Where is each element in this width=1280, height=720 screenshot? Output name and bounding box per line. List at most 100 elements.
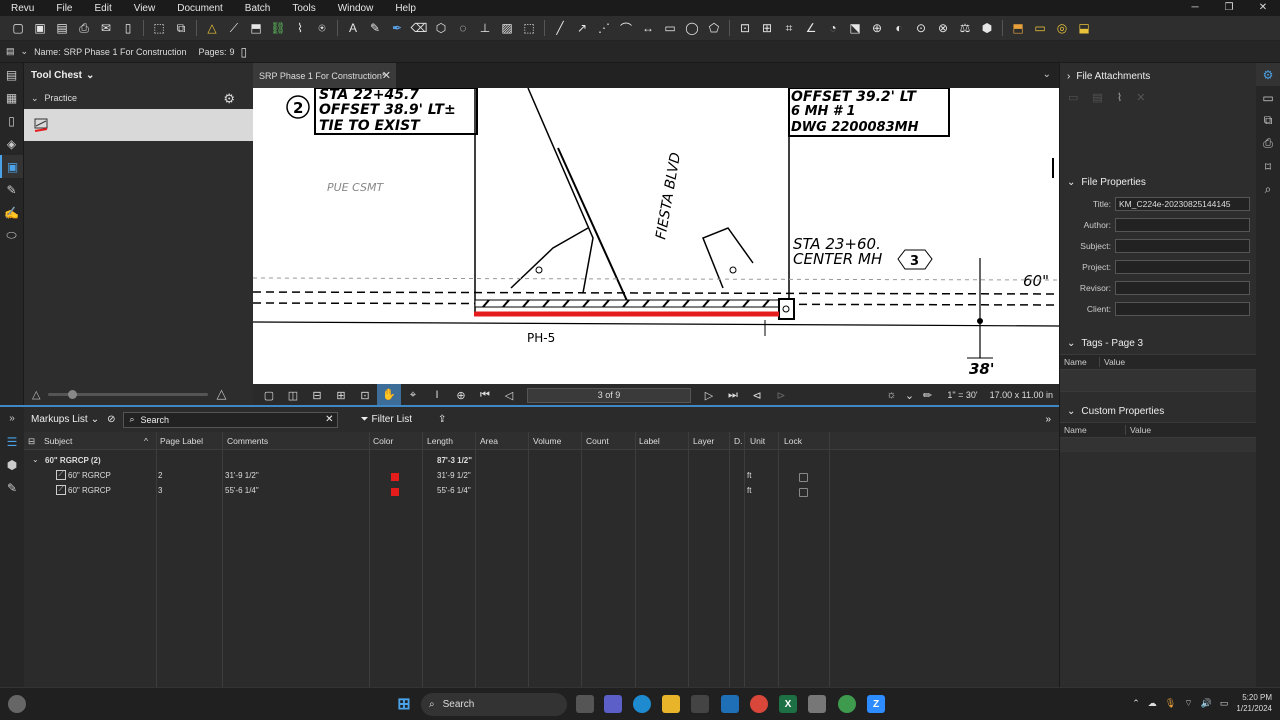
visibility-icon[interactable]: ⊘ [107,414,115,425]
thumbnails-icon[interactable]: ▤ [0,63,23,86]
crop-icon[interactable]: ⬚ [519,18,539,38]
excel-icon[interactable]: X [779,695,797,713]
menu-edit[interactable]: Edit [83,3,122,14]
chevron-up-icon[interactable]: ⌃ [1132,698,1140,709]
text-select-icon[interactable]: I [425,389,449,401]
save-icon[interactable]: ▤ [1092,91,1102,104]
tool-chest-header[interactable]: Tool Chest ⌄ [24,63,253,87]
forward-icon[interactable]: ⊳ [769,389,793,402]
chevron-down-icon[interactable]: ⌄ [91,414,99,425]
teams-icon[interactable] [604,695,622,713]
compare-icon[interactable]: ⧉ [171,18,191,38]
split-vertical-icon[interactable]: ◫ [281,389,305,402]
snapshot-icon[interactable]: ⬒ [246,18,266,38]
panel-icon[interactable]: ▯ [118,18,138,38]
sort-icon[interactable]: ^ [140,432,156,450]
link-icon[interactable]: ⛓ [268,18,288,38]
measure-perimeter-icon[interactable]: ⌗ [779,18,799,38]
close-icon[interactable]: ✕ [382,69,391,82]
dynamic-fill-icon[interactable]: ◐ [889,18,909,38]
taskbar-search[interactable]: ⌕ Search [421,693,567,716]
column-label[interactable]: Label [635,432,688,450]
chevron-down-icon[interactable]: ⌄ [31,93,39,104]
filter-icon[interactable]: ⏷ [360,414,368,425]
measure-icon[interactable]: ⟋ [224,18,244,38]
toolchest-icon[interactable]: ▣ [0,155,23,178]
measure-area-icon[interactable]: ⊞ [757,18,777,38]
note-icon[interactable]: ▭ [1030,18,1050,38]
markups-list-title[interactable]: Markups List [31,414,88,425]
column-length[interactable]: Length [423,432,475,450]
chrome-profile-icon[interactable] [838,695,856,713]
zoom-icon[interactable]: ⊕ [449,389,473,402]
restore-icon[interactable]: ❐ [1212,0,1246,16]
last-page-icon[interactable]: ⏭ [721,389,745,402]
attach-icon[interactable]: ⌇ [1117,91,1122,104]
forms-icon[interactable]: ✎ [0,476,24,499]
column-area[interactable]: Area [476,432,529,450]
project-field[interactable] [1115,259,1250,274]
edge-icon[interactable] [633,695,651,713]
markups-list-icon[interactable]: ☰ [0,430,24,453]
layers-icon[interactable]: ◈ [0,132,23,155]
file-explorer-icon[interactable] [662,695,680,713]
shape-icon[interactable]: ⬡ [431,18,451,38]
column-page-label[interactable]: Page Label [156,432,222,450]
expand-group-icon[interactable]: ⌄ [32,455,39,464]
pages-icon[interactable]: ⧉ [1256,109,1280,132]
store-icon[interactable] [691,695,709,713]
brightness-icon[interactable]: ☼ [879,389,903,401]
revisor-field[interactable] [1115,280,1250,295]
minimize-icon[interactable]: ─ [1178,0,1212,16]
print-icon[interactable]: ⎙ [1256,132,1280,155]
ellipse-icon[interactable]: ◯ [682,18,702,38]
pan-tool-icon[interactable]: ✋ [377,384,401,406]
prev-page-icon[interactable]: ◁ [497,389,521,402]
lasso-icon[interactable]: ◎ [1052,18,1072,38]
chrome-icon[interactable] [750,695,768,713]
measure-radius-icon[interactable]: ◔ [823,18,843,38]
weather-icon[interactable] [8,695,26,713]
bookmarks-icon[interactable]: ▯ [0,109,23,132]
custom-properties-header[interactable]: ⌄ Custom Properties [1060,400,1256,422]
column-subject[interactable]: Subject [40,432,156,450]
column-layer[interactable]: Layer [689,432,730,450]
name-column[interactable]: Name [1060,425,1126,435]
calibrate-icon[interactable]: ⊙ [911,18,931,38]
properties-icon[interactable]: ✎ [0,178,23,201]
select-icon[interactable]: ⬚ [149,18,169,38]
volume-icon[interactable]: 🔊 [1201,698,1212,709]
tool-item[interactable] [24,109,253,141]
capture-icon[interactable]: ⊡ [353,389,377,402]
chevron-right-icon[interactable]: › [1067,71,1070,82]
expand-right-icon[interactable]: » [1045,414,1051,425]
menu-batch[interactable]: Batch [234,3,282,14]
scale-icon[interactable]: ▭ [1256,86,1280,109]
start-icon[interactable]: ⊞ [395,695,413,713]
rectangle-icon[interactable]: ▭ [660,18,680,38]
toolset-practice[interactable]: ⌄ Practice ⚙ [24,87,253,109]
clock[interactable]: 5:20 PM 1/21/2024 [1236,692,1272,714]
document-icon[interactable]: ▤ [6,46,15,57]
sets-icon[interactable]: ⬢ [977,18,997,38]
close-icon[interactable]: ✕ [1246,0,1280,16]
search-icon[interactable]: ⌕ [1256,178,1280,201]
polygon-icon[interactable]: ⬠ [704,18,724,38]
cutout-icon[interactable]: ⊗ [933,18,953,38]
chevron-down-icon[interactable]: ⌄ [903,389,915,402]
menu-help[interactable]: Help [384,3,427,14]
highlight-icon[interactable]: ✎ [365,18,385,38]
title-field[interactable]: KM_C224e-20230825144145 [1115,196,1250,211]
client-field[interactable] [1115,301,1250,316]
callout-icon[interactable]: ◌ [453,18,473,38]
column-color[interactable]: Color [369,432,423,450]
file-attachments-header[interactable]: › File Attachments [1060,65,1256,87]
slider-knob[interactable] [68,389,78,399]
properties-icon[interactable]: ⚙ [1256,63,1280,86]
gear-icon[interactable]: ⚙ [223,91,235,107]
measure-angle-icon[interactable]: ∠ [801,18,821,38]
clear-icon[interactable]: ✕ [325,414,333,425]
first-page-icon[interactable]: ⏮ [473,389,497,402]
row-color-swatch[interactable] [391,473,399,481]
text-box-icon[interactable]: A [343,18,363,38]
